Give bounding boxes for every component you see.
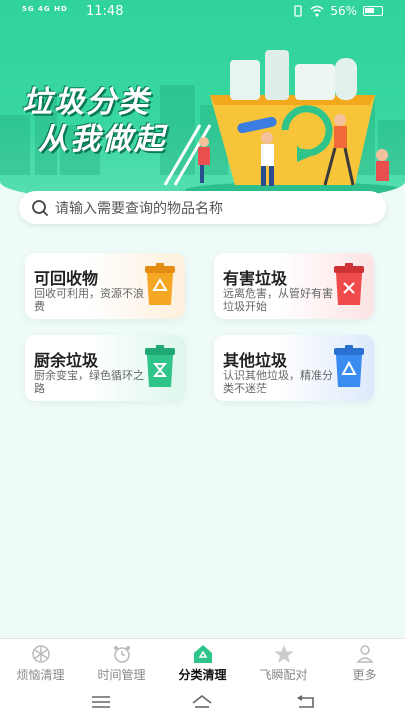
category-card-kitchen[interactable]: 厨余垃圾 厨余变宝，绿色循环之路	[25, 335, 185, 401]
tab-sort-clean[interactable]: 分类清理	[162, 639, 243, 684]
system-nav-bar	[0, 684, 405, 720]
battery-percent: 56%	[330, 4, 357, 18]
vibrate-icon	[294, 5, 302, 17]
wifi-icon	[310, 5, 324, 17]
tab-time-management[interactable]: 时间管理	[81, 639, 162, 684]
tab-label: 飞瞬配对	[259, 668, 308, 682]
battery-icon	[363, 6, 383, 16]
tab-worry-clean[interactable]: 烦恼清理	[0, 639, 81, 684]
tab-label: 分类清理	[178, 668, 227, 682]
category-description: 厨余变宝，绿色循环之路	[34, 369, 144, 395]
star-icon	[274, 645, 293, 663]
category-card-recyclable[interactable]: 可回收物 回收可利用，资源不浪费	[25, 253, 185, 319]
person-icon	[355, 645, 374, 663]
worker-ladder-illustration	[163, 124, 212, 186]
tab-more[interactable]: 更多	[324, 639, 405, 684]
status-bar: 5G 4G HD 11:48 56%	[0, 0, 405, 24]
tab-label: 更多	[352, 668, 377, 682]
recyclable-bin-icon	[145, 263, 175, 305]
search-bar[interactable]: 请输入需要查询的物品名称	[19, 191, 386, 224]
category-description: 远离危害，从管好有害垃圾开始	[223, 287, 333, 313]
home-nav-icon[interactable]	[191, 692, 213, 712]
snowflake-icon	[31, 645, 50, 663]
home-icon	[193, 645, 212, 663]
tab-label: 时间管理	[97, 668, 146, 682]
status-right: 56%	[292, 4, 383, 18]
signal-indicator: 5G 4G HD	[22, 5, 68, 13]
clock: 11:48	[86, 4, 124, 19]
category-card-hazardous[interactable]: 有害垃圾 远离危害，从管好有害垃圾开始	[214, 253, 374, 319]
category-title: 可回收物	[34, 269, 99, 288]
category-card-other[interactable]: 其他垃圾 认识其他垃圾，精准分类不迷茫	[214, 335, 374, 401]
kitchen-bin-icon	[145, 345, 175, 387]
hazardous-bin-icon	[334, 263, 364, 305]
category-description: 回收可利用，资源不浪费	[34, 287, 144, 313]
category-title: 厨余垃圾	[34, 351, 99, 370]
bottom-tab-bar: 烦恼清理 时间管理 分类清理 飞瞬配对 更多	[0, 638, 405, 684]
category-title: 有害垃圾	[223, 269, 288, 288]
other-bin-icon	[334, 345, 364, 387]
tab-flash-match[interactable]: 飞瞬配对	[243, 639, 324, 684]
back-icon[interactable]	[295, 692, 317, 712]
tab-label: 烦恼清理	[16, 668, 65, 682]
category-description: 认识其他垃圾，精准分类不迷茫	[223, 369, 333, 395]
search-icon	[32, 199, 48, 216]
menu-icon[interactable]	[90, 692, 112, 712]
search-input[interactable]: 请输入需要查询的物品名称	[55, 198, 223, 218]
banner-title-line2: 从我做起	[38, 122, 166, 157]
category-title: 其他垃圾	[223, 351, 288, 370]
alarm-clock-icon	[113, 646, 130, 663]
